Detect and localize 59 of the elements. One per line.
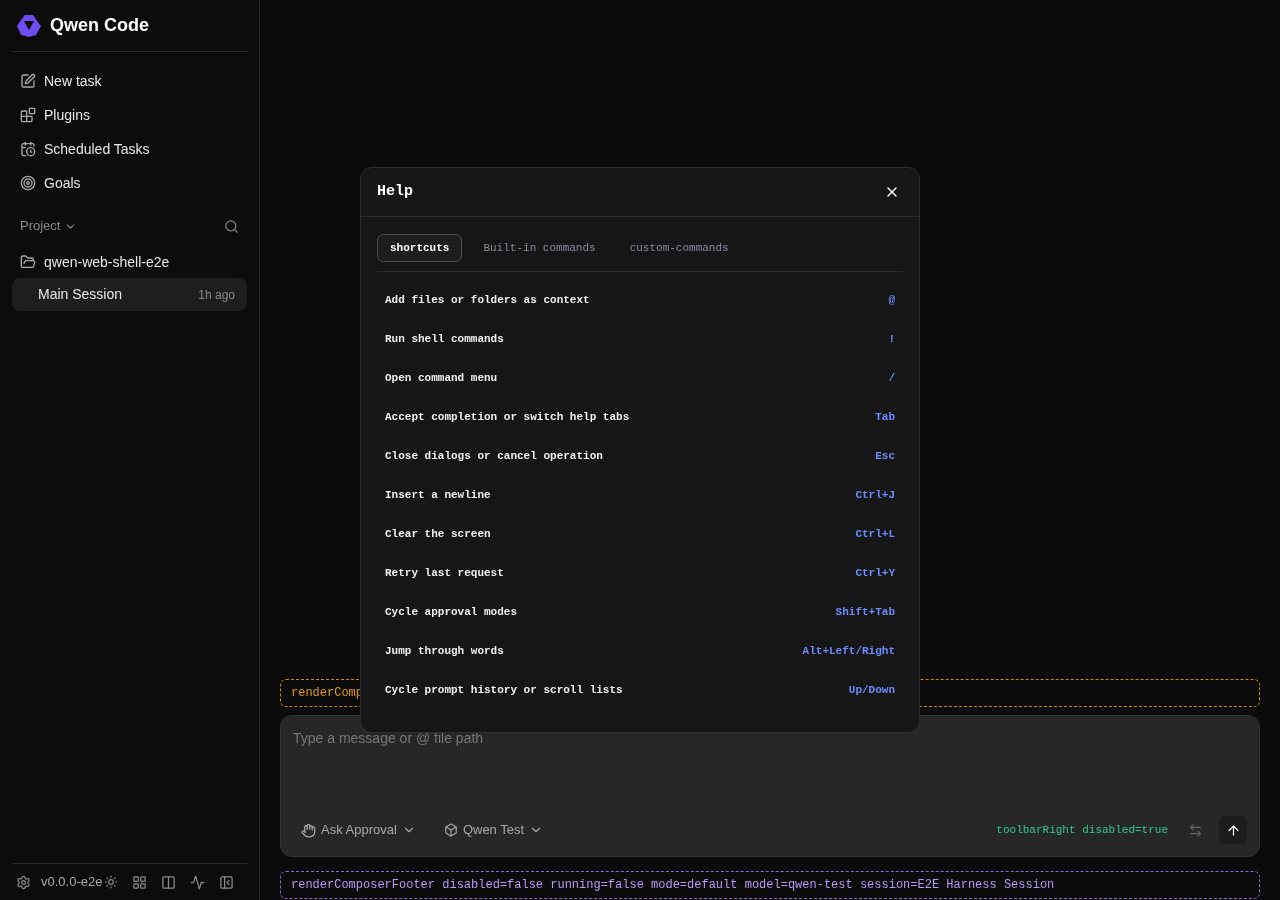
shortcut-key: Ctrl+L — [855, 526, 895, 543]
send-button[interactable] — [1219, 816, 1247, 844]
logo-icon — [16, 12, 42, 39]
shortcut-key: Ctrl+Y — [855, 565, 895, 582]
hand-icon — [301, 822, 316, 838]
shortcut-key: ! — [888, 331, 895, 348]
nav-item[interactable]: New task — [12, 64, 247, 98]
dialog-title: Help — [377, 181, 413, 202]
nav-item[interactable]: Plugins — [12, 98, 247, 132]
shortcut-key: Tab — [875, 409, 895, 426]
arrows-icon[interactable] — [1188, 822, 1203, 838]
tab[interactable]: Built-in commands — [470, 234, 609, 262]
nav-item[interactable]: Goals — [12, 166, 247, 200]
app-name: Qwen Code — [50, 14, 149, 37]
search-icon[interactable] — [224, 218, 239, 234]
mode-dropdown[interactable]: Ask Approval — [293, 820, 424, 840]
tab[interactable]: shortcuts — [377, 234, 463, 262]
session-time: 1h ago — [198, 286, 235, 304]
panel-collapse-icon[interactable] — [219, 874, 235, 890]
session-title: Main Session — [38, 285, 123, 304]
columns-icon[interactable] — [161, 874, 177, 890]
shortcut-key: Esc — [875, 448, 895, 465]
shortcut-key: Ctrl+J — [855, 487, 895, 504]
cube-icon — [443, 823, 458, 837]
shortcut-description: Add files or folders as context — [385, 293, 590, 309]
shortcut-key: / — [888, 370, 895, 387]
calendar-clock-icon — [20, 141, 36, 157]
nav-item[interactable]: Scheduled Tasks — [12, 132, 247, 166]
shortcut-description: Accept completion or switch help tabs — [385, 410, 630, 426]
shortcut-key: Shift+Tab — [835, 604, 895, 621]
sun-icon[interactable] — [104, 875, 119, 889]
shortcut-key: Alt+Left/Right — [802, 643, 895, 660]
section-toggle[interactable]: Project — [20, 216, 78, 236]
tab[interactable]: custom-commands — [616, 234, 742, 262]
shortcut-description: Jump through words — [385, 644, 504, 660]
model-dropdown[interactable]: Qwen Test — [435, 820, 552, 840]
shortcut-description: Run shell commands — [385, 332, 504, 348]
target-icon — [20, 175, 36, 191]
shortcut-description: Cycle approval modes — [385, 605, 518, 621]
grid-icon[interactable] — [132, 874, 148, 890]
shortcut-description: Open command menu — [385, 371, 498, 387]
shortcut-description: Close dialogs or cancel operation — [385, 449, 603, 465]
shortcut-key: Up/Down — [848, 682, 895, 699]
debug-text: renderComposerFooter disabled=false running=false mode=default model=qwen-test session=E2E Harness Session — [291, 877, 1055, 894]
pencil-square-icon — [20, 73, 36, 89]
shortcut-key: @ — [888, 292, 895, 309]
debug-text: renderComp — [291, 685, 363, 702]
settings-icon[interactable] — [16, 874, 31, 890]
shortcut-description: Clear the screen — [385, 527, 491, 543]
project-folder[interactable]: qwen-web-shell-e2e — [12, 248, 247, 276]
shortcut-description: Cycle prompt history or scroll lists — [385, 683, 623, 699]
activity-icon[interactable] — [190, 874, 206, 890]
shortcut-description: Insert a newline — [385, 488, 491, 504]
blocks-icon — [20, 107, 36, 123]
folder-icon — [20, 254, 36, 270]
shortcut-description: Retry last request — [385, 566, 504, 582]
toolbar-text: toolbarRight disabled=true — [996, 822, 1168, 838]
session-item[interactable]: Main Session 1h ago — [12, 278, 247, 311]
version-label: v0.0.0-e2e — [41, 873, 103, 892]
